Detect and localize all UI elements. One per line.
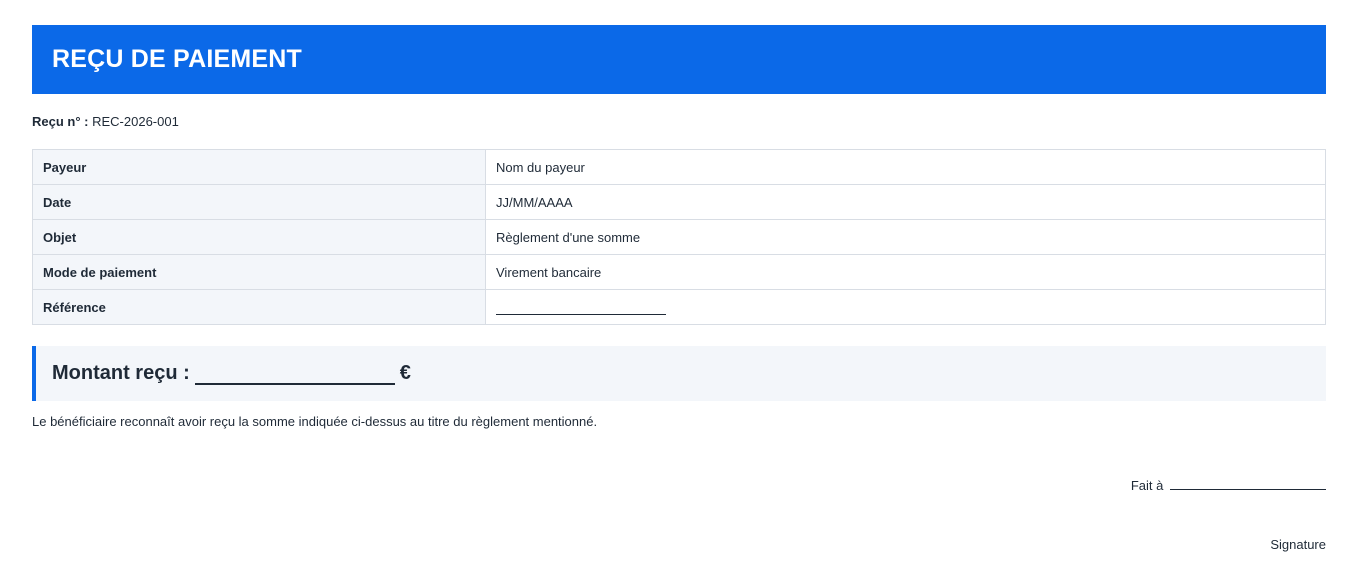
amount-label: Montant reçu : <box>52 362 190 384</box>
table-row: Mode de paiement Virement bancaire <box>32 254 1326 290</box>
place-line: Fait à <box>1131 477 1326 493</box>
payment-method-value: Virement bancaire <box>485 254 1326 290</box>
date-value: JJ/MM/AAAA <box>485 184 1326 220</box>
receipt-number-value: REC-2026-001 <box>92 114 179 129</box>
amount-blank-line <box>194 363 395 385</box>
details-table: Payeur Nom du payeur Date JJ/MM/AAAA Obj… <box>32 149 1326 325</box>
table-row: Référence <box>32 289 1326 325</box>
receipt-number: Reçu n° : REC-2026-001 <box>32 114 179 129</box>
page-title: REÇU DE PAIEMENT <box>52 45 302 73</box>
receipt-page: REÇU DE PAIEMENT Reçu n° : REC-2026-001 … <box>0 0 1355 575</box>
place-blank-line <box>1170 477 1326 490</box>
date-label: Date <box>32 184 486 220</box>
reference-value <box>485 289 1326 325</box>
signature-label: Signature <box>1270 537 1326 552</box>
object-value: Règlement d'une somme <box>485 219 1326 255</box>
payer-value: Nom du payeur <box>485 149 1326 185</box>
table-row: Objet Règlement d'une somme <box>32 219 1326 255</box>
payer-label: Payeur <box>32 149 486 185</box>
reference-blank-line <box>496 301 666 315</box>
receipt-number-label: Reçu n° : <box>32 114 89 129</box>
amount-currency: € <box>399 362 411 384</box>
amount-box: Montant reçu : € <box>32 346 1326 401</box>
payment-method-label: Mode de paiement <box>32 254 486 290</box>
acknowledgement-text: Le bénéficiaire reconnaît avoir reçu la … <box>32 414 598 429</box>
reference-label: Référence <box>32 289 486 325</box>
table-row: Date JJ/MM/AAAA <box>32 184 1326 220</box>
table-row: Payeur Nom du payeur <box>32 149 1326 185</box>
header-banner: REÇU DE PAIEMENT <box>32 25 1326 94</box>
place-label: Fait à <box>1130 478 1164 493</box>
object-label: Objet <box>32 219 486 255</box>
